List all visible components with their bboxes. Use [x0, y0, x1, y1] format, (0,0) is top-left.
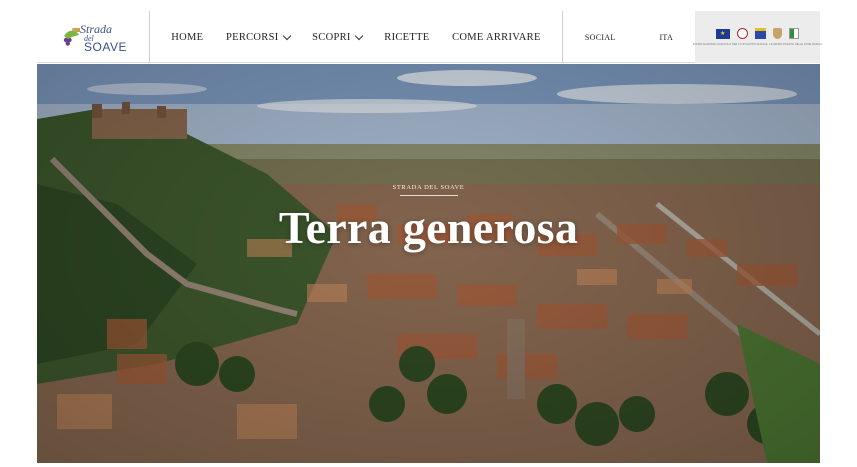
nav-item-come-arrivare[interactable]: COME ARRIVARE [452, 32, 541, 43]
crest-icon [773, 28, 782, 39]
hero-divider [400, 195, 458, 196]
chevron-down-icon [282, 31, 291, 40]
nav-item-percorsi[interactable]: PERCORSI [225, 31, 291, 43]
utility-links: SOCIAL ITA [562, 11, 695, 63]
social-link[interactable]: SOCIAL [585, 33, 616, 42]
nav-item-label: SCOPRI [312, 31, 351, 43]
logo-link[interactable]: Strada del SOAVE [37, 11, 150, 63]
eu-flag-icon [716, 28, 730, 39]
grape-leaf-logo-icon [63, 28, 80, 46]
veneto-region-icon [755, 28, 766, 39]
site-header: Strada del SOAVE HOME PERCORSI SCOPRI RI… [37, 11, 822, 63]
logo-text-soave: SOAVE [84, 40, 127, 54]
page-frame: Strada del SOAVE HOME PERCORSI SCOPRI RI… [37, 11, 822, 463]
italian-republic-emblem-icon [737, 28, 748, 39]
nav-item-label: COME ARRIVARE [452, 31, 541, 43]
nav-item-ricette[interactable]: RICETTE [384, 32, 429, 43]
nav-item-label: HOME [171, 31, 204, 43]
nav-item-label: RICETTE [384, 31, 430, 43]
partner-logos-row [716, 28, 799, 39]
chevron-down-icon [354, 31, 363, 40]
hero-title: Terra generosa [278, 202, 579, 253]
language-switcher[interactable]: ITA [659, 33, 673, 42]
nav-item-label: PERCORSI [225, 31, 279, 43]
hero-kicker: STRADA DEL SOAVE [392, 184, 465, 191]
nav-item-home[interactable]: HOME [171, 32, 203, 43]
hero-overlay [37, 64, 820, 463]
flag-icon [789, 28, 799, 39]
main-navigation: HOME PERCORSI SCOPRI RICETTE COME ARRIVA… [150, 11, 562, 63]
hero-banner: STRADA DEL SOAVE Terra generosa [37, 64, 820, 463]
partner-caption: FONDO EUROPEO AGRICOLO PER LO SVILUPPO R… [693, 43, 822, 46]
nav-item-scopri[interactable]: SCOPRI [312, 31, 363, 43]
strada-del-soave-logo: Strada del SOAVE [60, 20, 126, 54]
partner-logos-panel: FONDO EUROPEO AGRICOLO PER LO SVILUPPO R… [693, 11, 822, 63]
